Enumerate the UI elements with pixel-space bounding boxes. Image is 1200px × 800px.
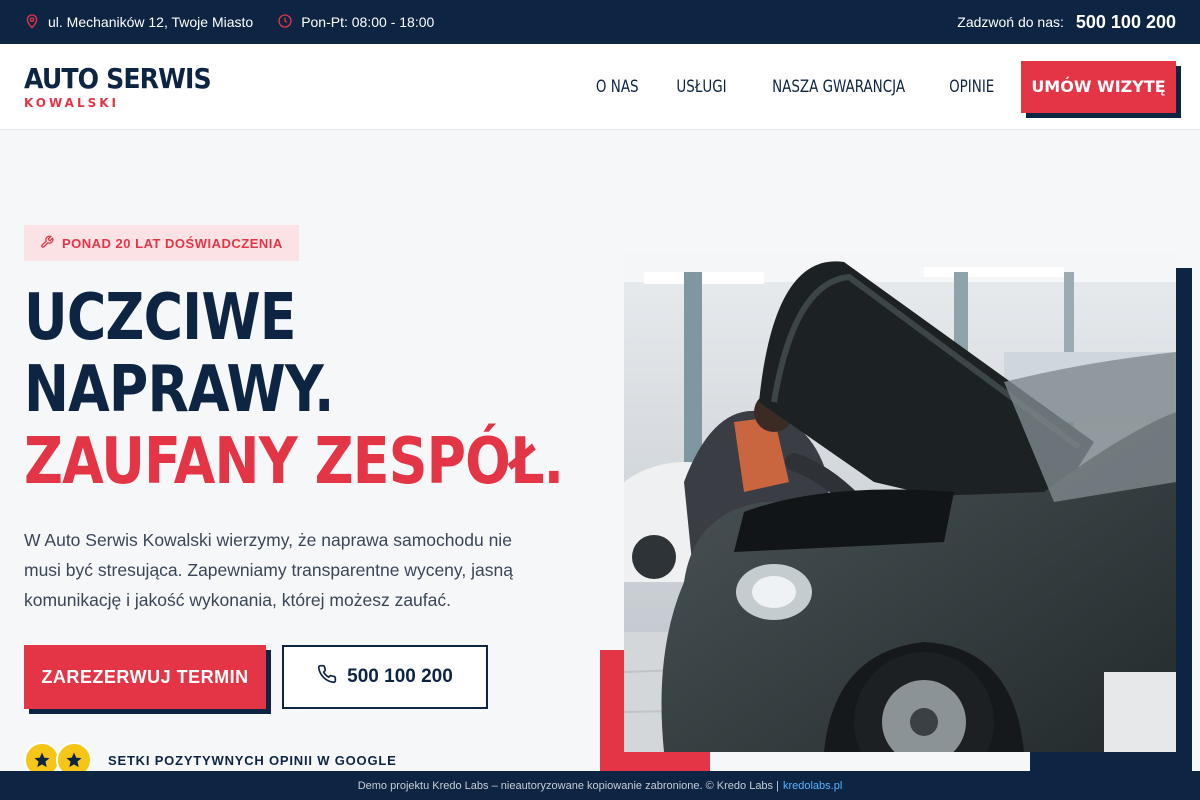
topbar-call[interactable]: Zadzwoń do nas: 500 100 200 [947,12,1176,50]
main-nav: O NAS USŁUGI NASZA GWARANCJA OPINIE [561,77,997,97]
nav-item-o-nas[interactable]: O NAS [596,77,639,97]
hero-title-line2: NAPRAWY. [24,353,334,427]
clock-icon [277,13,293,32]
address-text: ul. Mechaników 12, Twoje Miasto [48,14,254,30]
pin-icon [24,13,40,32]
rating-label: SETKI POZYTYWNYCH OPINII W GOOGLE [108,752,397,768]
logo-sub: KOWALSKI [24,95,119,110]
hero-title-line3: ZAUFANY ZESPÓŁ. [24,425,564,499]
nav-item-gwarancja[interactable]: NASZA GWARANCJA [772,77,905,97]
book-visit-button[interactable]: UMÓW WIZYTĘ [1021,60,1176,113]
hours-item: Pon-Pt: 08:00 - 18:00 [277,13,434,32]
nav-item-uslugi[interactable]: USŁUGI [677,77,727,97]
topbar-phone[interactable]: 500 100 200 [1076,12,1176,33]
footer-bar: Demo projektu Kredo Labs – nieautoryzowa… [0,771,1200,800]
experience-badge: PONAD 20 LAT DOŚWIADCZENIA [24,225,299,261]
hero-lead: W Auto Serwis Kowalski wierzymy, że napr… [24,530,513,610]
mechanic-car-photo [624,252,1176,752]
wrench-icon [40,235,54,252]
call-label: Zadzwoń do nas: [957,14,1064,30]
badge-text: PONAD 20 LAT DOŚWIADCZENIA [62,235,283,251]
footer-text: Demo projektu Kredo Labs – nieautoryzowa… [357,779,779,792]
main-header: AUTO SERWIS KOWALSKI O NAS USŁUGI NASZA … [0,44,1200,130]
address-item: ul. Mechaników 12, Twoje Miasto [24,13,253,32]
phone-icon [317,664,337,690]
footer-link[interactable]: kredolabs.pl [783,780,842,792]
call-button-label: 500 100 200 [347,666,453,687]
logo[interactable]: AUTO SERWIS KOWALSKI [24,61,232,110]
hero-title: UCZCIWE NAPRAWY. ZAUFANY ZESPÓŁ. [24,281,564,499]
hours-text: Pon-Pt: 08:00 - 18:00 [301,14,435,30]
nav-item-opinie[interactable]: OPINIE [949,77,994,97]
hero-title-line1: UCZCIWE [24,281,297,355]
reserve-button[interactable]: ZAREZERWUJ TERMIN [24,645,266,709]
top-info-bar: ul. Mechaników 12, Twoje Miasto Pon-Pt: … [0,0,1200,50]
logo-main: AUTO SERWIS [24,61,212,95]
call-button[interactable]: 500 100 200 [282,645,488,709]
